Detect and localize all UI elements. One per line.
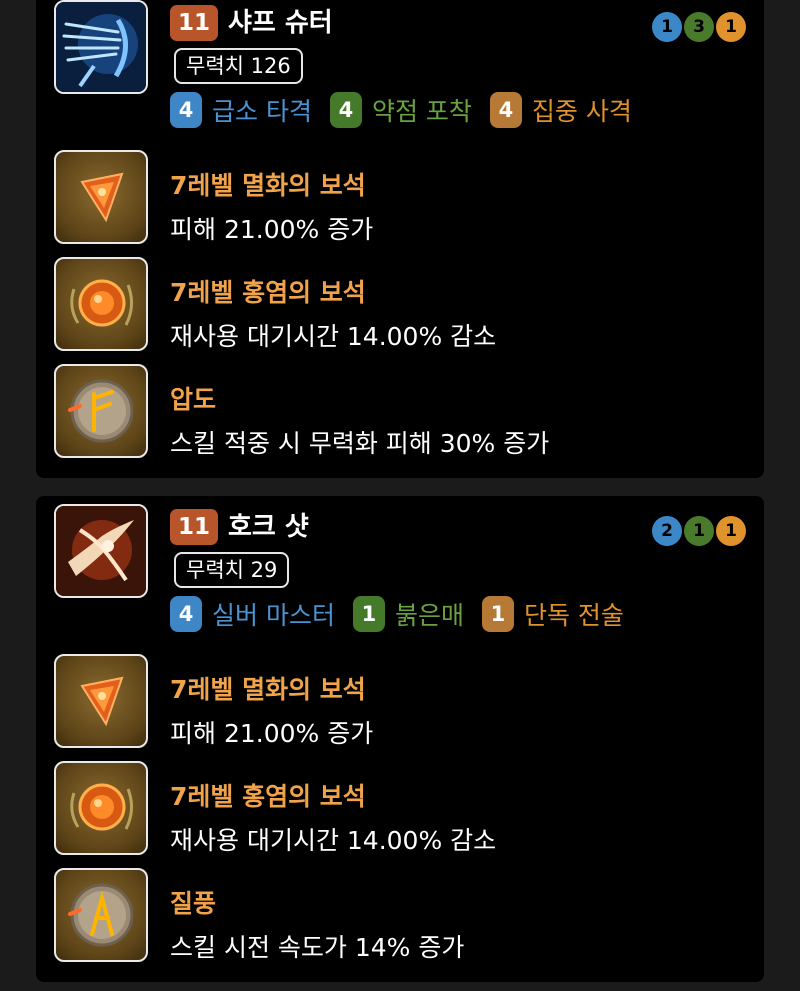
- tripod-name: 집중 사격: [531, 97, 632, 126]
- gem-title: 7레벨 멸화의 보석: [170, 171, 366, 200]
- gem-description: 재사용 대기시간 14.00% 감소: [170, 322, 497, 351]
- gem-title: 7레벨 홍염의 보석: [170, 782, 366, 811]
- tripod-name: 붉은매: [394, 601, 464, 630]
- sharp-shooter-skill-icon: [54, 0, 148, 94]
- tripod-count-orange: 1: [716, 12, 746, 42]
- gem-title: 7레벨 멸화의 보석: [170, 675, 366, 704]
- gem-description: 피해 21.00% 증가: [170, 719, 374, 748]
- overwhelm-rune-icon: [54, 364, 148, 458]
- annihilation-gem-icon: [54, 654, 148, 748]
- tripod-name: 실버 마스터: [212, 601, 335, 630]
- skill-card[interactable]: 11 호크 샷 무력치 29 2 1 1 4 실버 마스터 1 붉은매 1 단독…: [36, 496, 764, 982]
- tripod-summary: 1 3 1: [650, 12, 746, 42]
- skill-name: 샤프 슈터: [228, 8, 333, 38]
- tripod-list: 4 급소 타격 4 약점 포착 4 집중 사격: [170, 92, 650, 128]
- stagger-value-tag: 무력치 29: [174, 552, 290, 588]
- skill-name: 호크 샷: [228, 512, 309, 542]
- skill-card[interactable]: 11 샤프 슈터 무력치 126 1 3 1 4 급소 타격 4 약점 포착 4…: [36, 0, 764, 478]
- crimson-flame-gem-icon: [54, 761, 148, 855]
- tripod-level-badge: 1: [352, 596, 385, 632]
- tripod-count-blue: 2: [652, 516, 682, 546]
- tripod-summary: 2 1 1: [650, 516, 746, 546]
- rune-title: 질풍: [170, 889, 217, 918]
- annihilation-gem-icon: [54, 150, 148, 244]
- tripod-level-badge: 4: [170, 596, 202, 632]
- gem-description: 재사용 대기시간 14.00% 감소: [170, 826, 497, 855]
- tripod-level-badge: 4: [329, 92, 362, 128]
- stagger-value-tag: 무력치 126: [174, 48, 303, 84]
- tripod-count-green: 1: [684, 516, 714, 546]
- tripod-count-orange: 1: [716, 516, 746, 546]
- tripod-level-badge: 1: [481, 596, 514, 632]
- gem-description: 피해 21.00% 증가: [170, 215, 374, 244]
- tripod-count-green: 3: [684, 12, 714, 42]
- skill-level-badge: 11: [170, 509, 218, 545]
- tripod-name: 단독 전술: [523, 601, 624, 630]
- gale-rune-icon: [54, 868, 148, 962]
- hawk-shot-skill-icon: [54, 504, 148, 598]
- skill-level-badge: 11: [170, 5, 218, 41]
- tripod-name: 급소 타격: [212, 97, 312, 126]
- rune-description: 스킬 적중 시 무력화 피해 30% 증가: [170, 429, 550, 458]
- gem-title: 7레벨 홍염의 보석: [170, 278, 366, 307]
- rune-description: 스킬 시전 속도가 14% 증가: [170, 933, 465, 962]
- tripod-level-badge: 4: [170, 92, 202, 128]
- crimson-flame-gem-icon: [54, 257, 148, 351]
- tripod-count-blue: 1: [652, 12, 682, 42]
- tripod-list: 4 실버 마스터 1 붉은매 1 단독 전술: [170, 596, 642, 632]
- rune-title: 압도: [170, 385, 217, 414]
- tripod-name: 약점 포착: [371, 97, 472, 126]
- tripod-level-badge: 4: [489, 92, 522, 128]
